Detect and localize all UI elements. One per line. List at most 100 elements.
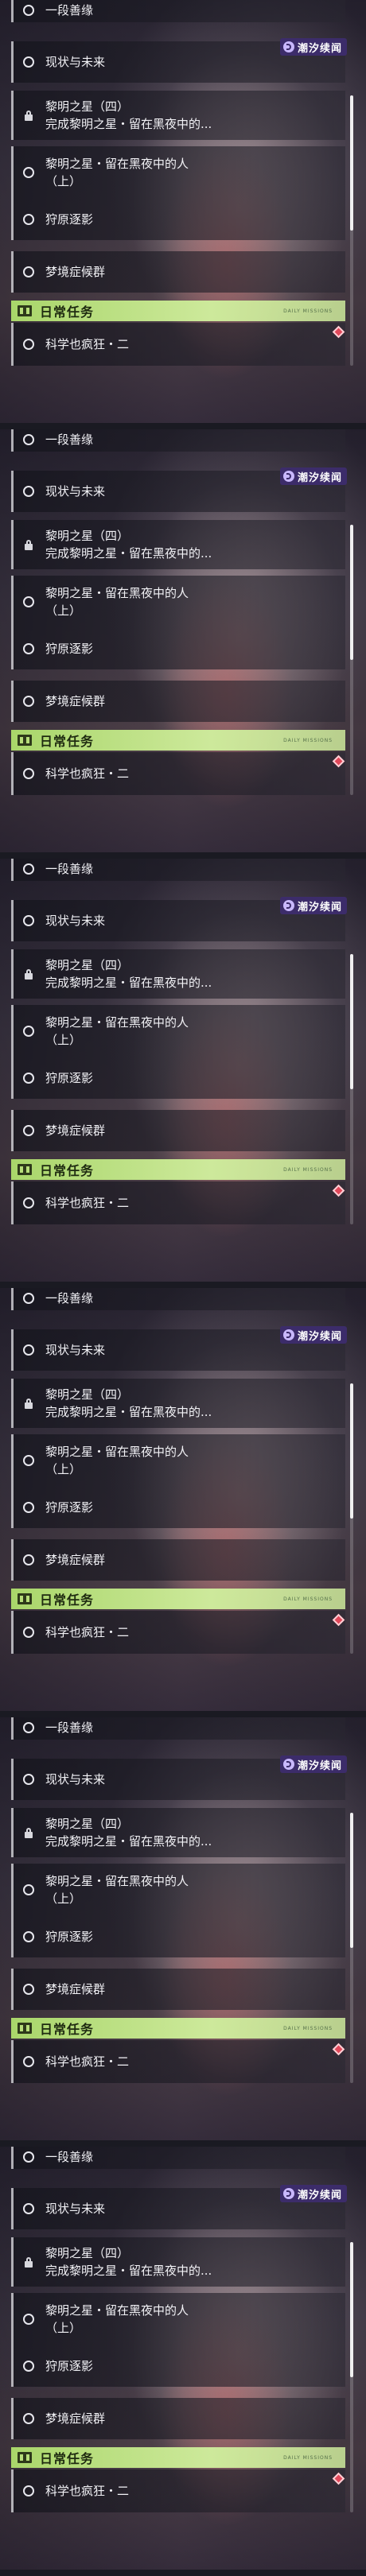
event-badge[interactable]: 潮汐续闻 <box>279 38 347 56</box>
quest-panel: 一段善缘 现状与未来 潮汐续闻 黎明之星（四） 完成黎明之星・留在黑夜中的...… <box>0 0 366 429</box>
quest-item[interactable]: 黎明之星・留在黑夜中的人 （上） <box>11 1864 345 1916</box>
daily-missions-header[interactable]: 日常任务 DAILY MISSIONS <box>11 1159 345 1180</box>
screenshot-stack: 一段善缘 现状与未来 潮汐续闻 黎明之星（四） 完成黎明之星・留在黑夜中的...… <box>0 0 366 2576</box>
quest-item[interactable]: 狩原逐影 <box>11 1057 345 1099</box>
quest-item[interactable]: 梦境症候群 <box>11 1110 345 1151</box>
quest-item-locked[interactable]: 黎明之星（四） 完成黎明之星・留在黑夜中的... <box>11 1379 345 1428</box>
daily-missions-header[interactable]: 日常任务 DAILY MISSIONS <box>11 1589 345 1609</box>
quest-item[interactable]: 黎明之星・留在黑夜中的人 （上） <box>11 1434 345 1487</box>
quest-title: 黎明之星・留在黑夜中的人 <box>45 157 189 171</box>
circle-icon <box>23 2056 34 2067</box>
quest-item[interactable]: 黎明之星・留在黑夜中的人 （上） <box>11 146 345 199</box>
circle-icon <box>23 596 34 607</box>
quest-item-locked[interactable]: 黎明之星（四） 完成黎明之星・留在黑夜中的... <box>11 91 345 140</box>
quest-item[interactable]: 梦境症候群 <box>11 2398 345 2439</box>
event-badge[interactable]: 潮汐续闻 <box>279 897 347 914</box>
quest-title: 狩原逐影 <box>45 1070 94 1085</box>
quest-title: 黎明之星（四） <box>45 2246 130 2260</box>
quest-title: 一段善缘 <box>45 2149 94 2164</box>
lock-icon <box>23 968 34 980</box>
quest-item[interactable]: 一段善缘 <box>11 429 345 452</box>
quest-item[interactable]: 狩原逐影 <box>11 1487 345 1528</box>
circle-icon <box>23 1125 34 1136</box>
event-badge-label: 潮汐续闻 <box>297 42 342 55</box>
wave-icon <box>282 41 294 52</box>
scrollbar-thumb[interactable] <box>350 1383 353 1519</box>
quest-title: 科学也疯狂・二 <box>45 2483 130 2498</box>
quest-item[interactable]: 一段善缘 <box>11 859 345 881</box>
panel-separator <box>0 852 366 859</box>
event-badge[interactable]: 潮汐续闻 <box>279 2185 347 2202</box>
quest-requirement: 完成黎明之星・留在黑夜中的... <box>45 2264 212 2278</box>
daily-missions-label: 日常任务 <box>40 2022 95 2037</box>
daily-quest-item[interactable]: 科学也疯狂・二 <box>11 323 345 366</box>
event-badge[interactable]: 潮汐续闻 <box>279 467 347 485</box>
quest-item-locked[interactable]: 黎明之星（四） 完成黎明之星・留在黑夜中的... <box>11 949 345 999</box>
quest-item[interactable]: 一段善缘 <box>11 0 345 22</box>
scrollbar-thumb[interactable] <box>350 95 353 231</box>
daily-quest-item[interactable]: 科学也疯狂・二 <box>11 2469 345 2512</box>
panel-separator <box>0 1711 366 1717</box>
quest-title: 梦境症候群 <box>45 264 106 279</box>
quest-title: 狩原逐影 <box>45 2358 94 2373</box>
quest-panel: 一段善缘 现状与未来 潮汐续闻 黎明之星（四） 完成黎明之星・留在黑夜中的...… <box>0 1288 366 1717</box>
daily-quest-item[interactable]: 科学也疯狂・二 <box>11 752 345 795</box>
quest-title: 科学也疯狂・二 <box>45 1624 130 1639</box>
quest-item[interactable]: 一段善缘 <box>11 2147 345 2169</box>
quest-title: 黎明之星・留在黑夜中的人 <box>45 1445 189 1459</box>
quest-item[interactable]: 一段善缘 <box>11 1288 345 1310</box>
quest-panel: 一段善缘 现状与未来 潮汐续闻 黎明之星（四） 完成黎明之星・留在黑夜中的...… <box>0 429 366 859</box>
quest-item[interactable]: 黎明之星・留在黑夜中的人 （上） <box>11 1005 345 1057</box>
quest-item-locked[interactable]: 黎明之星（四） 完成黎明之星・留在黑夜中的... <box>11 520 345 569</box>
quest-item[interactable]: 狩原逐影 <box>11 1916 345 1957</box>
circle-icon <box>23 1344 34 1356</box>
circle-icon <box>23 1722 34 1733</box>
quest-item[interactable]: 狩原逐影 <box>11 628 345 669</box>
quest-item[interactable]: 黎明之星・留在黑夜中的人 （上） <box>11 2293 345 2345</box>
daily-missions-header[interactable]: 日常任务 DAILY MISSIONS <box>11 730 345 751</box>
panel-separator <box>0 423 366 429</box>
quest-item[interactable]: 狩原逐影 <box>11 2345 345 2387</box>
quest-title: 梦境症候群 <box>45 693 106 708</box>
quest-title: 黎明之星（四） <box>45 958 130 972</box>
quest-item[interactable]: 梦境症候群 <box>11 1539 345 1581</box>
daily-missions-header[interactable]: 日常任务 DAILY MISSIONS <box>11 301 345 321</box>
scrollbar-thumb[interactable] <box>350 954 353 1089</box>
quest-title: 黎明之星・留在黑夜中的人 <box>45 1874 189 1888</box>
quest-title: 狩原逐影 <box>45 211 94 227</box>
scrollbar-thumb[interactable] <box>350 2242 353 2377</box>
daily-missions-label: 日常任务 <box>40 1163 95 1178</box>
daily-quest-item[interactable]: 科学也疯狂・二 <box>11 2040 345 2083</box>
quest-title: 一段善缘 <box>45 1290 94 1305</box>
circle-icon <box>23 1455 34 1466</box>
scrollbar-thumb[interactable] <box>350 1813 353 1948</box>
circle-icon <box>23 1554 34 1565</box>
event-badge[interactable]: 潮汐续闻 <box>279 1326 347 1344</box>
quest-item[interactable]: 梦境症候群 <box>11 251 345 293</box>
daily-quest-item[interactable]: 科学也疯狂・二 <box>11 1181 345 1224</box>
circle-icon <box>23 696 34 707</box>
quest-item-locked[interactable]: 黎明之星（四） 完成黎明之星・留在黑夜中的... <box>11 2237 345 2287</box>
quest-title: 科学也疯狂・二 <box>45 766 130 781</box>
quest-item[interactable]: 梦境症候群 <box>11 681 345 722</box>
daily-missions-sub: DAILY MISSIONS <box>283 737 333 743</box>
quest-item[interactable]: 梦境症候群 <box>11 1969 345 2010</box>
quest-item[interactable]: 黎明之星・留在黑夜中的人 （上） <box>11 576 345 628</box>
quest-item-locked[interactable]: 黎明之星（四） 完成黎明之星・留在黑夜中的... <box>11 1808 345 1857</box>
event-badge[interactable]: 潮汐续闻 <box>279 1755 347 1773</box>
circle-icon <box>23 434 34 445</box>
circle-icon <box>23 339 34 350</box>
circle-icon <box>23 1774 34 1785</box>
daily-missions-header[interactable]: 日常任务 DAILY MISSIONS <box>11 2447 345 2468</box>
wave-icon <box>282 1329 294 1340</box>
quest-requirement: 完成黎明之星・留在黑夜中的... <box>45 976 212 990</box>
quest-item[interactable]: 一段善缘 <box>11 1717 345 1740</box>
daily-missions-label: 日常任务 <box>40 734 95 749</box>
circle-icon <box>23 2151 34 2163</box>
quest-title: 现状与未来 <box>45 2201 106 2216</box>
scrollbar-thumb[interactable] <box>350 525 353 660</box>
quest-item[interactable]: 狩原逐影 <box>11 199 345 240</box>
daily-missions-header[interactable]: 日常任务 DAILY MISSIONS <box>11 2018 345 2039</box>
daily-quest-item[interactable]: 科学也疯狂・二 <box>11 1611 345 1654</box>
quest-title: 狩原逐影 <box>45 641 94 656</box>
